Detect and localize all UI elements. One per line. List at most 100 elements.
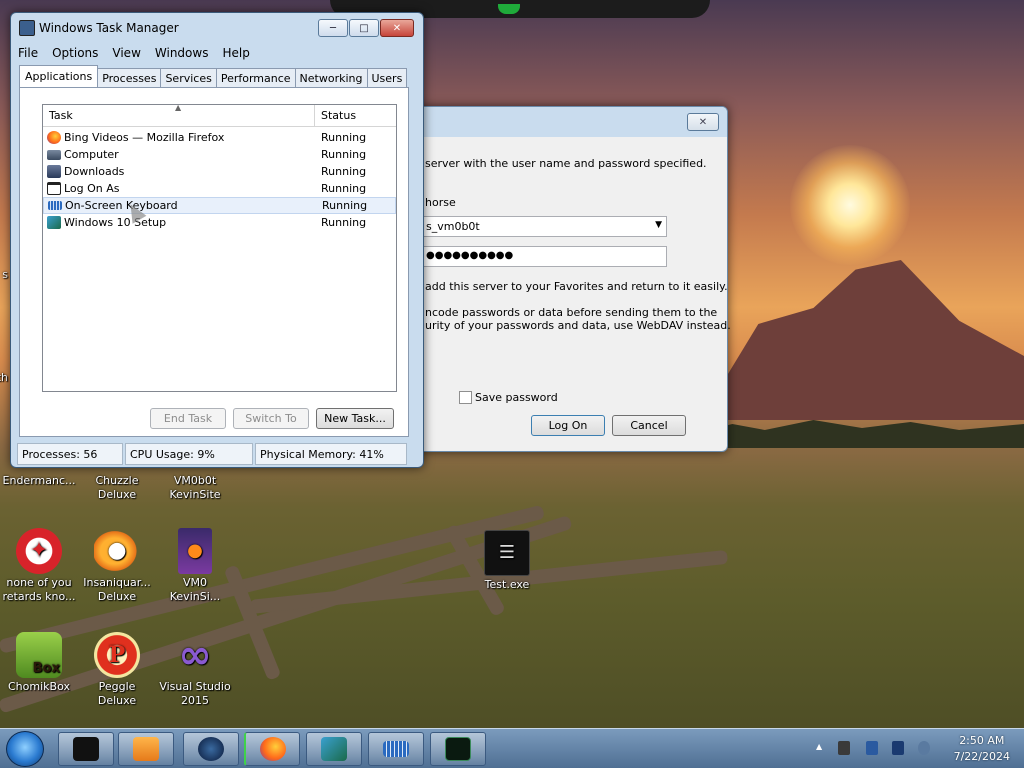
table-row[interactable]: Computer Running — [43, 146, 396, 163]
menu-help[interactable]: Help — [215, 46, 256, 60]
desktop-icon-peggle[interactable]: P Peggle Deluxe — [78, 632, 156, 708]
table-row[interactable]: Downloads Running — [43, 163, 396, 180]
logon-dialog[interactable]: ✕ server with the user name and password… — [380, 106, 731, 452]
taskbar-app-taskmgr[interactable] — [430, 732, 486, 766]
column-header-task-label: Task — [49, 109, 73, 122]
edge-label: th — [0, 371, 8, 384]
terminal-icon — [73, 737, 99, 761]
table-row[interactable]: Log On As Running — [43, 180, 396, 197]
tab-performance[interactable]: Performance — [215, 68, 296, 87]
column-header-task[interactable]: ▲ Task — [43, 103, 315, 126]
maximize-button[interactable]: □ — [349, 19, 379, 37]
clock-date: 7/22/2024 — [953, 750, 1010, 763]
tray-network-icon[interactable] — [866, 741, 878, 755]
applications-panel: ▲ Task Status Bing Videos — Mozilla Fire… — [19, 87, 409, 437]
status-bar: Processes: 56 CPU Usage: 9% Physical Mem… — [17, 443, 417, 465]
keyboard-icon — [383, 741, 409, 757]
desktop-icon-label: 2015 — [181, 694, 209, 707]
tray-app-icon[interactable] — [838, 741, 850, 755]
menu-view[interactable]: View — [105, 46, 147, 60]
tab-applications[interactable]: Applications — [19, 65, 99, 87]
taskbar-app-globe[interactable] — [183, 732, 239, 766]
table-row[interactable]: Bing Videos — Mozilla Firefox Running — [43, 129, 396, 146]
task-manager-icon — [19, 20, 35, 36]
table-row-selected[interactable]: On-Screen Keyboard Running — [43, 197, 396, 214]
save-password-checkbox[interactable] — [459, 391, 472, 404]
logon-message: server with the user name and password s… — [425, 157, 707, 170]
switch-to-button[interactable]: Switch To — [233, 408, 309, 429]
desktop-icon-vm0b0t-kevinsite[interactable]: VM0b0t KevinSite — [156, 474, 234, 502]
username-combobox[interactable]: s_vm0b0t ▼ — [421, 216, 667, 237]
taskbar-app-keyboard[interactable] — [368, 732, 424, 766]
username-value: s_vm0b0t — [426, 220, 480, 233]
tray-volume-icon[interactable] — [918, 741, 930, 755]
tab-services[interactable]: Services — [160, 68, 217, 87]
task-manager-icon — [445, 737, 471, 761]
column-header-status[interactable]: Status — [315, 105, 356, 126]
desktop-icon-visual-studio[interactable]: ∞ Visual Studio 2015 — [156, 632, 234, 708]
task-name: Downloads — [64, 165, 125, 178]
desktop-icon-vm0-kevinsite[interactable]: ● VM0 KevinSi... — [156, 528, 234, 604]
taskbar-app-firefox[interactable] — [244, 732, 300, 766]
cancel-button[interactable]: Cancel — [612, 415, 686, 436]
firefox-icon — [47, 131, 61, 144]
desktop-icon-none-of-you[interactable]: ✦ none of you retards kno... — [0, 528, 78, 604]
warning-text-2: urity of your passwords and data, use We… — [425, 319, 731, 332]
task-name: Log On As — [64, 182, 120, 195]
show-hidden-icons-arrow[interactable]: ▲ — [816, 742, 824, 756]
task-status: Running — [321, 148, 367, 161]
mountain — [700, 260, 1024, 420]
desktop-icon-label: VM0 — [182, 576, 207, 589]
desktop-icon-label: ChomikBox — [8, 680, 70, 693]
desktop-icon-test-exe[interactable]: ☰ Test.exe — [468, 530, 546, 592]
desktop-icon-label: VM0b0t — [173, 474, 217, 487]
warning-text-1: ncode passwords or data before sending t… — [425, 306, 718, 319]
desktop-icon-endermanch[interactable]: Endermanc... — [0, 474, 78, 488]
new-task-button[interactable]: New Task... — [316, 408, 394, 429]
favorites-text: add this server to your Favorites and re… — [425, 280, 728, 293]
task-list[interactable]: ▲ Task Status Bing Videos — Mozilla Fire… — [42, 103, 397, 392]
task-status: Running — [321, 216, 367, 229]
table-row[interactable]: Windows 10 Setup Running — [43, 214, 396, 231]
end-task-button[interactable]: End Task — [150, 408, 226, 429]
setup-icon — [321, 737, 347, 761]
task-manager-window[interactable]: Windows Task Manager ─ □ ✕ File Options … — [10, 12, 424, 468]
hamster-icon: Box — [16, 632, 62, 678]
sun-glow — [790, 145, 910, 265]
taskbar-app-setup[interactable] — [306, 732, 362, 766]
desktop-icon-label: Insaniquar... — [83, 576, 151, 589]
tab-processes[interactable]: Processes — [97, 68, 162, 87]
tab-users[interactable]: Users — [366, 68, 408, 87]
edge-label: s — [2, 268, 8, 281]
desktop-icon-label: retards kno... — [2, 590, 76, 603]
logon-button[interactable]: Log On — [531, 415, 605, 436]
minimize-button[interactable]: ─ — [318, 19, 348, 37]
desktop-icon-chomikbox[interactable]: Box ChomikBox — [0, 632, 78, 694]
password-field[interactable]: ●●●●●●●●●● — [421, 246, 667, 267]
menu-file[interactable]: File — [11, 46, 45, 60]
task-status: Running — [321, 131, 367, 144]
globe-icon — [198, 737, 224, 761]
status-processes: Processes: 56 — [17, 443, 123, 465]
desktop-icon-chuzzle[interactable]: Chuzzle Deluxe — [78, 474, 156, 502]
tab-strip: Applications Processes Services Performa… — [19, 65, 408, 87]
menu-bar: File Options View Windows Help — [11, 43, 423, 63]
clock[interactable]: 2:50 AM 7/22/2024 — [954, 733, 1010, 765]
dragon-icon: ✦ — [16, 528, 62, 574]
media-player-icon — [133, 737, 159, 761]
save-password-label: Save password — [475, 391, 558, 404]
start-button[interactable] — [6, 731, 44, 767]
desktop-icon-label: Peggle Deluxe — [97, 680, 137, 707]
tab-networking[interactable]: Networking — [294, 68, 368, 87]
chevron-down-icon[interactable]: ▼ — [655, 220, 662, 230]
logon-close-button[interactable]: ✕ — [687, 113, 719, 131]
taskbar-app-cmd[interactable] — [58, 732, 114, 766]
menu-options[interactable]: Options — [45, 46, 105, 60]
taskbar-app-media[interactable] — [118, 732, 174, 766]
tray-display-icon[interactable] — [892, 741, 904, 755]
close-button[interactable]: ✕ — [380, 19, 414, 37]
keyboard-icon — [48, 201, 62, 210]
desktop-icon-insaniquarium[interactable]: ● Insaniquar... Deluxe — [78, 528, 156, 604]
desktop-icon-label: Deluxe — [97, 488, 137, 501]
menu-windows[interactable]: Windows — [148, 46, 216, 60]
